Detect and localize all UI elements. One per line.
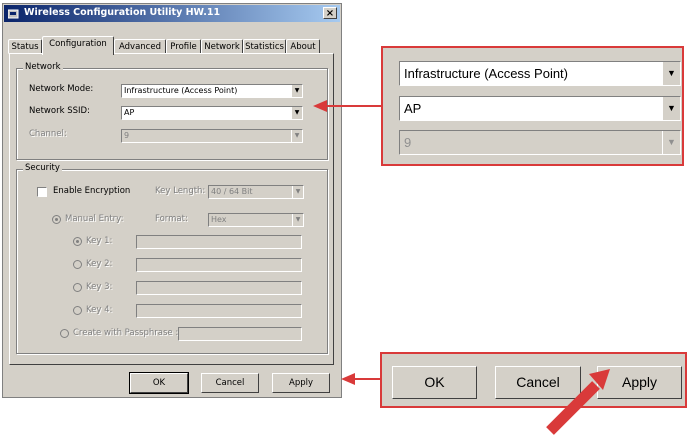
chevron-down-icon: ▼ bbox=[662, 131, 680, 154]
passphrase-label: Create with Passphrase : bbox=[73, 328, 179, 338]
key2-label: Key 2: bbox=[86, 259, 113, 269]
app-icon bbox=[8, 9, 19, 19]
network-ssid-label: Network SSID: bbox=[29, 106, 90, 116]
key4-field bbox=[136, 304, 302, 318]
passphrase-radio bbox=[60, 329, 69, 338]
key1-radio bbox=[73, 237, 82, 246]
tab-status[interactable]: Status bbox=[8, 39, 42, 54]
key1-label: Key 1: bbox=[86, 236, 113, 246]
manual-entry-radio bbox=[52, 215, 61, 224]
key3-radio bbox=[73, 283, 82, 292]
cancel-button[interactable]: Cancel bbox=[201, 373, 259, 393]
format-select: Hex ▼ bbox=[208, 213, 304, 227]
network-group: Network Network Mode: Infrastructure (Ac… bbox=[16, 62, 328, 160]
chevron-down-icon: ▼ bbox=[662, 97, 680, 120]
chevron-down-icon[interactable]: ▼ bbox=[291, 107, 302, 119]
security-legend: Security bbox=[23, 163, 62, 173]
zoom-cancel-button: Cancel bbox=[495, 366, 581, 399]
key4-radio bbox=[73, 306, 82, 315]
key2-field bbox=[136, 258, 302, 272]
security-group: Security Enable Encryption Key Length: 4… bbox=[16, 163, 328, 354]
network-ssid-value: AP bbox=[124, 108, 135, 117]
zoom-network-mode-select: Infrastructure (Access Point) ▼ bbox=[399, 61, 681, 86]
chevron-down-icon: ▼ bbox=[292, 186, 303, 198]
chevron-down-icon[interactable]: ▼ bbox=[291, 85, 302, 97]
arrow-to-apply-icon bbox=[341, 373, 380, 385]
buttons-zoom-callout: OK Cancel Apply bbox=[380, 352, 687, 408]
channel-value: 9 bbox=[124, 131, 130, 140]
tab-configuration[interactable]: Configuration bbox=[42, 36, 114, 55]
zoom-channel-select: 9 ▼ bbox=[399, 130, 681, 155]
window-title: Wireless Configuration Utility HW.11 bbox=[24, 7, 221, 18]
ok-button[interactable]: OK bbox=[129, 372, 189, 394]
close-button[interactable]: × bbox=[323, 7, 337, 19]
tab-profile[interactable]: Profile bbox=[166, 39, 201, 54]
network-legend: Network bbox=[23, 62, 63, 72]
network-mode-label: Network Mode: bbox=[29, 84, 94, 94]
key2-radio bbox=[73, 260, 82, 269]
key4-label: Key 4: bbox=[86, 305, 113, 315]
key3-field bbox=[136, 281, 302, 295]
network-zoom-callout: Infrastructure (Access Point) ▼ AP ▼ 9 ▼ bbox=[381, 46, 684, 166]
key-length-select: 40 / 64 Bit ▼ bbox=[208, 185, 304, 199]
title-bar[interactable]: Wireless Configuration Utility HW.11 × bbox=[4, 5, 340, 22]
zoom-ok-button: OK bbox=[392, 366, 477, 399]
key-length-label: Key Length: bbox=[155, 186, 206, 196]
format-value: Hex bbox=[211, 215, 227, 224]
zoom-channel-value: 9 bbox=[404, 135, 412, 150]
zoom-network-mode-value: Infrastructure (Access Point) bbox=[404, 66, 568, 81]
config-dialog: Wireless Configuration Utility HW.11 × S… bbox=[2, 3, 342, 398]
format-label: Format: bbox=[155, 214, 188, 224]
key1-field bbox=[136, 235, 302, 249]
network-ssid-select[interactable]: AP ▼ bbox=[121, 106, 303, 120]
zoom-network-ssid-select: AP ▼ bbox=[399, 96, 681, 121]
tab-network[interactable]: Network bbox=[201, 39, 243, 54]
zoom-network-ssid-value: AP bbox=[404, 101, 422, 116]
enable-encryption-checkbox[interactable] bbox=[37, 187, 47, 197]
key3-label: Key 3: bbox=[86, 282, 113, 292]
enable-encryption-label: Enable Encryption bbox=[53, 186, 131, 196]
tab-statistics[interactable]: Statistics bbox=[243, 39, 286, 54]
manual-entry-label: Manual Entry: bbox=[65, 214, 124, 224]
chevron-down-icon: ▼ bbox=[292, 214, 303, 226]
chevron-down-icon: ▼ bbox=[662, 62, 680, 85]
chevron-down-icon: ▼ bbox=[291, 130, 302, 142]
apply-button[interactable]: Apply bbox=[272, 373, 330, 393]
tab-about[interactable]: About bbox=[286, 39, 320, 54]
channel-select: 9 ▼ bbox=[121, 129, 303, 143]
configuration-panel: Network Network Mode: Infrastructure (Ac… bbox=[9, 53, 334, 365]
key-length-value: 40 / 64 Bit bbox=[211, 187, 253, 196]
tab-advanced[interactable]: Advanced bbox=[114, 39, 166, 54]
channel-label: Channel: bbox=[29, 129, 67, 139]
zoom-apply-button: Apply bbox=[597, 366, 682, 399]
network-mode-select[interactable]: Infrastructure (Access Point) ▼ bbox=[121, 84, 303, 98]
passphrase-field bbox=[178, 327, 302, 341]
network-mode-value: Infrastructure (Access Point) bbox=[124, 86, 238, 95]
